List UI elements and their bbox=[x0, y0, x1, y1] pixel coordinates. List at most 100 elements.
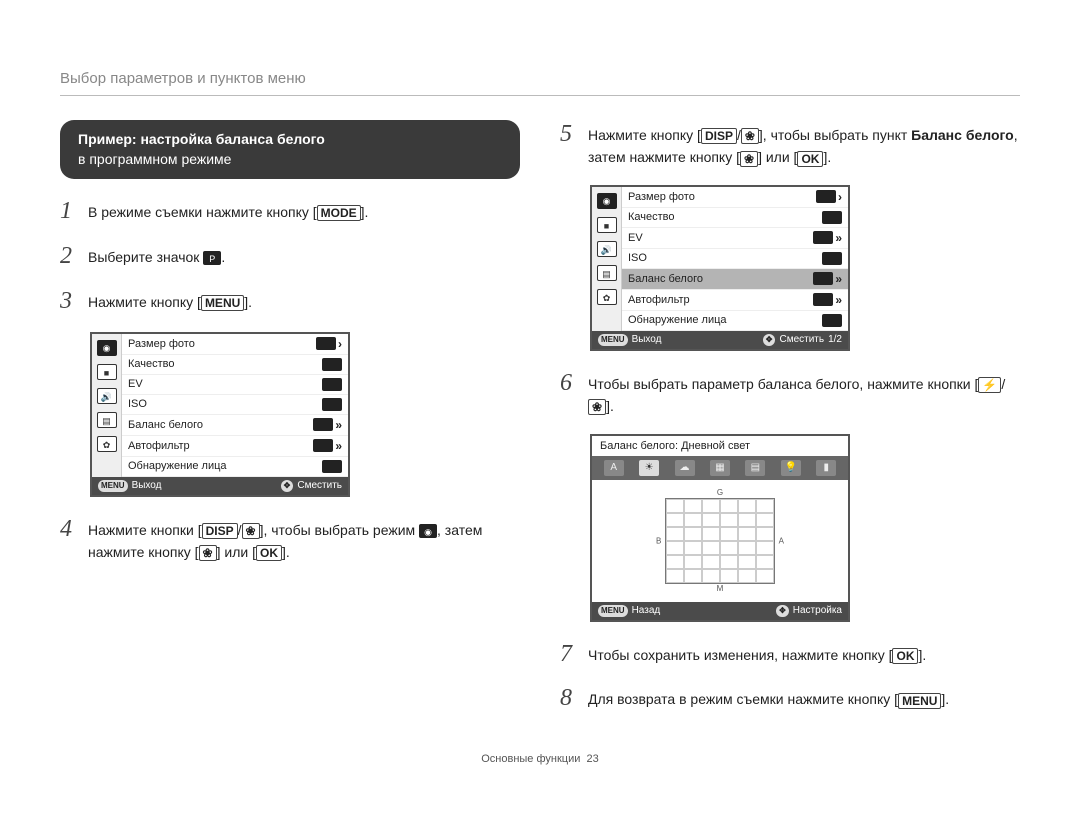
value-icon bbox=[822, 211, 842, 224]
mode-key: MODE bbox=[317, 205, 361, 221]
camera-icon: ◉ bbox=[419, 524, 437, 538]
right-column: 5 Нажмите кнопку [DISP/❀], чтобы выбрать… bbox=[560, 120, 1020, 729]
menu-key-icon: MENU bbox=[598, 334, 628, 346]
step-text: Выберите значок P. bbox=[88, 242, 225, 268]
value-icon bbox=[813, 231, 833, 244]
wb-screenshot: Баланс белого: Дневной свет A ☀ ☁ ▦ ▤ 💡 … bbox=[590, 434, 850, 622]
macro-icon: ❀ bbox=[740, 151, 758, 167]
menu-side-tabs: ◉ ■ 🔊 ▤ ✿ bbox=[92, 334, 122, 477]
step-number: 5 bbox=[560, 120, 588, 149]
left-column: Пример: настройка баланса белого в прогр… bbox=[60, 120, 520, 729]
menu-rows: Размер фото› Качество EV» ISO Баланс бел… bbox=[622, 187, 848, 331]
flash-icon: ⚡ bbox=[978, 377, 1001, 393]
flower-icon: ❀ bbox=[242, 523, 260, 539]
bold-label: Баланс белого bbox=[911, 127, 1014, 143]
custom-icon: ▮ bbox=[816, 460, 836, 476]
menu-key: MENU bbox=[201, 295, 244, 311]
wb-footer: MENUНазад ✥Настройка bbox=[592, 602, 848, 620]
nav-key-icon: ✥ bbox=[776, 605, 789, 617]
example-box-line2: в программном режиме bbox=[78, 150, 502, 170]
value-icon bbox=[316, 337, 336, 350]
value-icon bbox=[813, 293, 833, 306]
chevron-right-icon: › bbox=[338, 337, 342, 351]
menu-row-label: Баланс белого bbox=[128, 419, 203, 431]
value-icon bbox=[813, 272, 833, 285]
wb-axis-m: M bbox=[665, 584, 775, 594]
step-number: 8 bbox=[560, 684, 588, 713]
wb-axis-a: A bbox=[779, 536, 784, 545]
wb-axis-g: G bbox=[665, 488, 775, 498]
page-footer: Основные функции 23 bbox=[60, 753, 1020, 765]
value-icon bbox=[322, 378, 342, 391]
wb-grid: B A bbox=[665, 498, 775, 584]
fluorescent-icon: ▦ bbox=[710, 460, 730, 476]
step-text: Нажмите кнопку [MENU]. bbox=[88, 287, 252, 313]
value-icon bbox=[322, 460, 342, 473]
menu-screenshot-2: ◉ ■ 🔊 ▤ ✿ Размер фото› Качество EV» ISO … bbox=[590, 185, 850, 351]
settings-tab-icon: ✿ bbox=[597, 289, 617, 305]
menu-row-label: Размер фото bbox=[128, 338, 195, 350]
menu-row-label: ISO bbox=[628, 252, 647, 264]
chevron-right-icon: » bbox=[335, 418, 342, 432]
cloud-icon: ☁ bbox=[675, 460, 695, 476]
sun-icon: ☀ bbox=[639, 460, 659, 476]
menu-screenshot-1: ◉ ■ 🔊 ▤ ✿ Размер фото › Качество EV ISO Б… bbox=[90, 332, 350, 497]
chevron-right-icon: » bbox=[835, 272, 842, 286]
camera-tab-icon: ◉ bbox=[97, 340, 117, 356]
menu-row-label: Качество bbox=[128, 358, 175, 370]
awb-icon: A bbox=[604, 460, 624, 476]
menu-footer: MENUВыход ✥Сместить bbox=[92, 477, 348, 495]
macro-icon: ❀ bbox=[199, 545, 217, 561]
wb-icon-row: A ☀ ☁ ▦ ▤ 💡 ▮ bbox=[592, 456, 848, 480]
chevron-right-icon: » bbox=[335, 439, 342, 453]
nav-key-icon: ✥ bbox=[763, 334, 776, 346]
value-icon bbox=[822, 314, 842, 327]
step-number: 1 bbox=[60, 197, 88, 226]
settings-tab-icon: ✿ bbox=[97, 436, 117, 452]
display-tab-icon: ▤ bbox=[97, 412, 117, 428]
menu-row-label: EV bbox=[128, 378, 143, 390]
step-text: Нажмите кнопки [DISP/❀], чтобы выбрать р… bbox=[88, 515, 520, 564]
menu-key-icon: MENU bbox=[598, 605, 628, 617]
display-tab-icon: ▤ bbox=[597, 265, 617, 281]
wb-axis-b: B bbox=[656, 536, 661, 545]
menu-row-label: Автофильтр bbox=[128, 440, 190, 452]
menu-row-label: Качество bbox=[628, 211, 675, 223]
ok-key: OK bbox=[892, 648, 918, 664]
step-text: Чтобы сохранить изменения, нажмите кнопк… bbox=[588, 640, 926, 666]
step-7: 7 Чтобы сохранить изменения, нажмите кно… bbox=[560, 640, 1020, 669]
video-tab-icon: ■ bbox=[97, 364, 117, 380]
sound-tab-icon: 🔊 bbox=[97, 388, 117, 404]
fluorescent2-icon: ▤ bbox=[745, 460, 765, 476]
step-text: Чтобы выбрать параметр баланса белого, н… bbox=[588, 369, 1020, 418]
chevron-right-icon: » bbox=[835, 231, 842, 245]
flower-icon: ❀ bbox=[741, 128, 759, 144]
step-number: 3 bbox=[60, 287, 88, 316]
step-text: Для возврата в режим съемки нажмите кноп… bbox=[588, 684, 949, 710]
example-box: Пример: настройка баланса белого в прогр… bbox=[60, 120, 520, 179]
page-title: Выбор параметров и пунктов меню bbox=[60, 70, 1020, 96]
menu-side-tabs: ◉ ■ 🔊 ▤ ✿ bbox=[592, 187, 622, 331]
step-number: 7 bbox=[560, 640, 588, 669]
step-5: 5 Нажмите кнопку [DISP/❀], чтобы выбрать… bbox=[560, 120, 1020, 169]
value-icon bbox=[822, 252, 842, 265]
video-tab-icon: ■ bbox=[597, 217, 617, 233]
menu-row-label: ISO bbox=[128, 398, 147, 410]
value-icon bbox=[322, 358, 342, 371]
tungsten-icon: 💡 bbox=[781, 460, 801, 476]
step-3: 3 Нажмите кнопку [MENU]. bbox=[60, 287, 520, 316]
disp-key: DISP bbox=[701, 128, 737, 144]
ok-key: OK bbox=[797, 151, 823, 167]
menu-key-icon: MENU bbox=[98, 480, 128, 492]
wb-title: Баланс белого: Дневной свет bbox=[592, 436, 848, 456]
step-number: 2 bbox=[60, 242, 88, 271]
menu-row-label: EV bbox=[628, 232, 643, 244]
menu-row-label: Обнаружение лица bbox=[628, 314, 727, 326]
value-icon bbox=[313, 418, 333, 431]
macro-icon: ❀ bbox=[588, 399, 606, 415]
menu-row-label: Автофильтр bbox=[628, 294, 690, 306]
step-number: 4 bbox=[60, 515, 88, 544]
step-1: 1 В режиме съемки нажмите кнопку [MODE]. bbox=[60, 197, 520, 226]
value-icon bbox=[313, 439, 333, 452]
menu-row-label: Обнаружение лица bbox=[128, 460, 227, 472]
